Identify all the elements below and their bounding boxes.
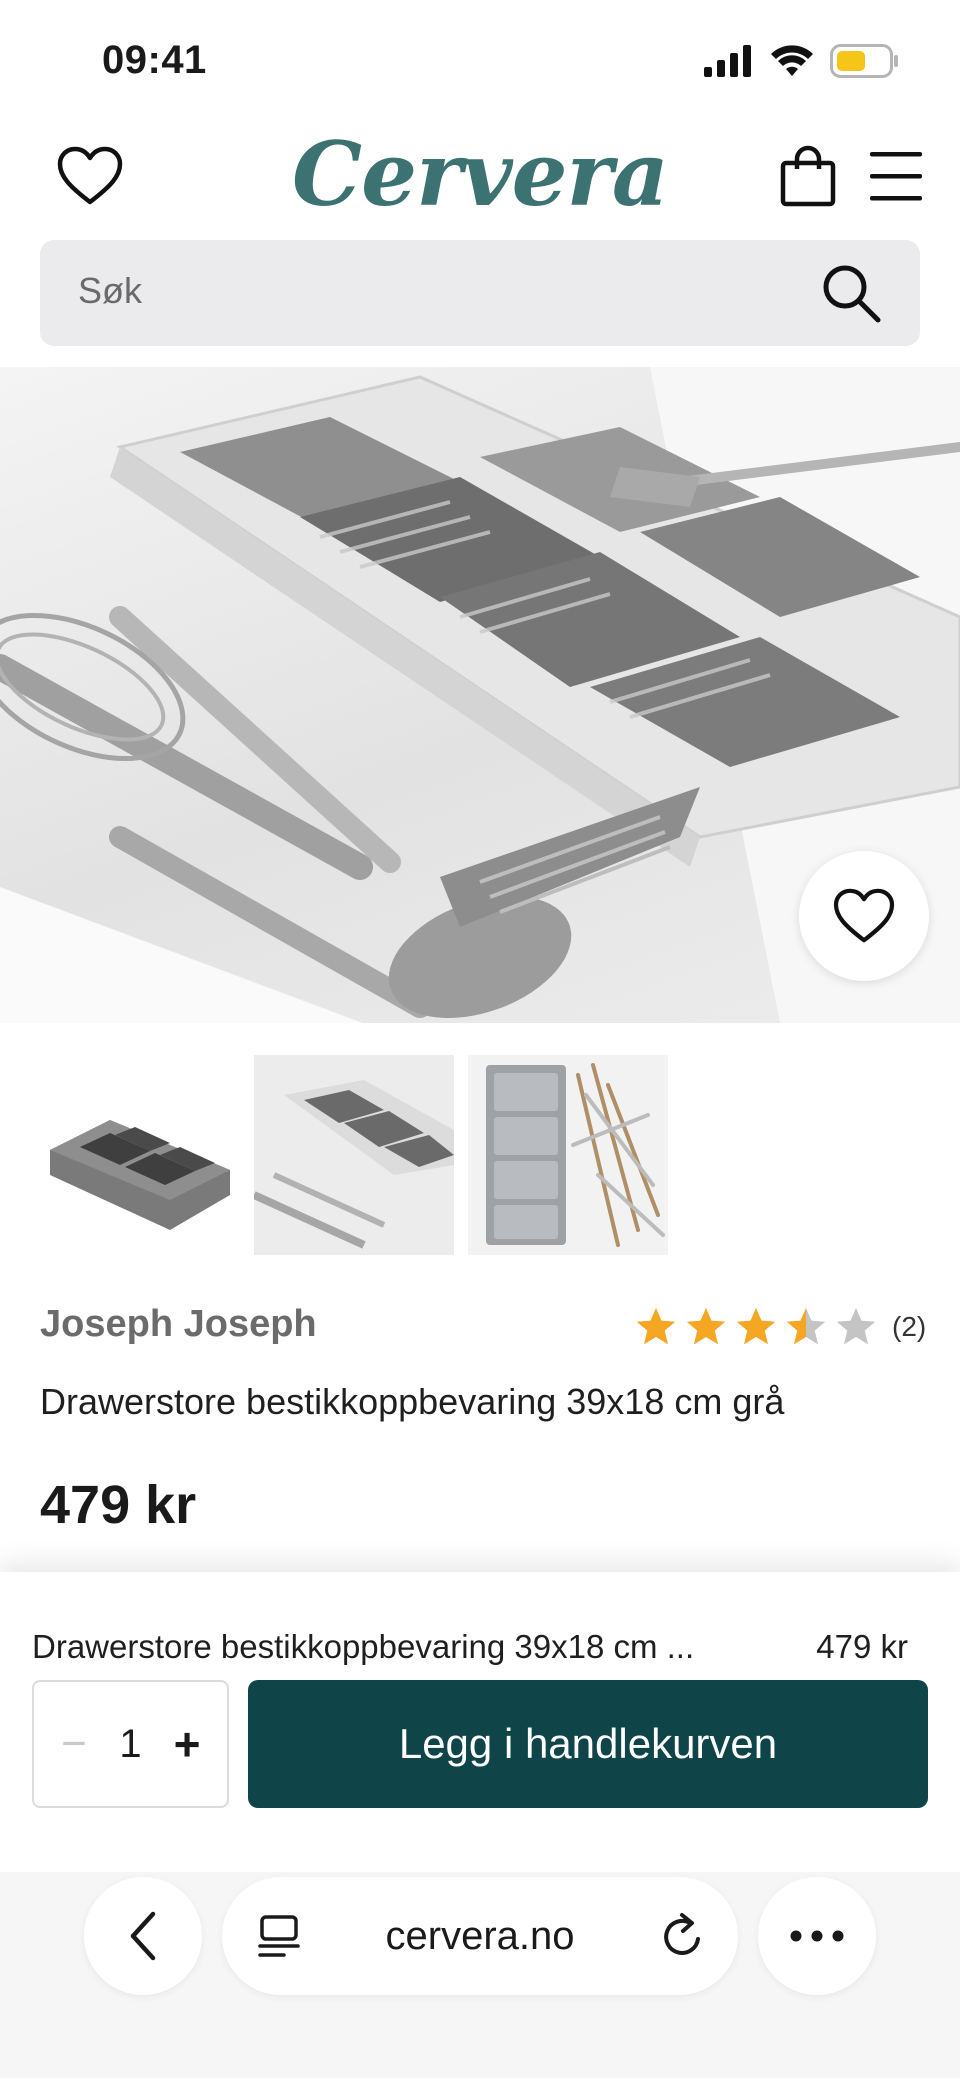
- heart-icon: [833, 888, 895, 943]
- menu-button[interactable]: [860, 140, 932, 212]
- quantity-increase-button[interactable]: +: [167, 1717, 207, 1771]
- buy-bar-price: 479 kr: [816, 1628, 908, 1665]
- star-icon: [736, 1307, 776, 1345]
- more-button[interactable]: [758, 1877, 876, 1995]
- more-icon: [790, 1930, 844, 1942]
- sticky-buy-bar: Drawerstore bestikkoppbevaring 39x18 cm …: [0, 1572, 960, 1872]
- header: Cervera: [0, 120, 960, 232]
- address-bar[interactable]: cervera.no: [222, 1877, 738, 1995]
- search-input[interactable]: Søk: [40, 240, 920, 346]
- browser-toolbar: cervera.no: [0, 1872, 960, 2078]
- status-time: 09:41: [102, 38, 207, 82]
- thumbnail-image: [50, 1120, 230, 1230]
- search-placeholder: Søk: [78, 270, 143, 311]
- battery-icon: [830, 44, 898, 78]
- star-icon: [686, 1307, 726, 1345]
- thumbnail-1[interactable]: [40, 1055, 240, 1255]
- thumbnail-strip: [40, 1055, 668, 1255]
- product-rating[interactable]: (2): [634, 1306, 926, 1348]
- buy-bar-product-name: Drawerstore bestikkoppbevaring 39x18 cm …: [32, 1628, 695, 1665]
- add-to-wishlist-button[interactable]: [799, 851, 929, 981]
- signal-icon: [704, 45, 751, 77]
- menu-icon: [870, 152, 922, 201]
- url-text[interactable]: cervera.no: [386, 1914, 575, 1959]
- wifi-icon: [771, 45, 813, 76]
- quantity-stepper: − 1 +: [32, 1680, 229, 1808]
- bag-icon: [780, 145, 836, 207]
- cart-button[interactable]: [772, 140, 844, 212]
- reload-icon[interactable]: [660, 1911, 706, 1961]
- thumbnail-3[interactable]: [468, 1055, 668, 1255]
- tabs-icon[interactable]: [258, 1915, 300, 1959]
- status-icons: [704, 44, 900, 78]
- thumbnail-2[interactable]: [254, 1055, 454, 1255]
- thumbnail-image: [468, 1055, 668, 1255]
- quantity-value[interactable]: 1: [119, 1722, 141, 1767]
- product-brand[interactable]: Joseph Joseph: [40, 1303, 317, 1346]
- product-price: 479 kr: [40, 1475, 197, 1535]
- star-empty-icon: [836, 1307, 876, 1345]
- review-count[interactable]: (2): [892, 1311, 926, 1343]
- thumbnail-image: [254, 1055, 454, 1255]
- add-to-cart-button[interactable]: Legg i handlekurven: [248, 1680, 928, 1808]
- status-bar: 09:41: [0, 0, 960, 120]
- back-button[interactable]: [84, 1877, 202, 1995]
- back-icon: [130, 1911, 156, 1961]
- quantity-decrease-button[interactable]: −: [54, 1719, 94, 1769]
- star-icon: [636, 1307, 676, 1345]
- star-half-icon: [786, 1307, 826, 1345]
- product-title: Drawerstore bestikkoppbevaring 39x18 cm …: [40, 1381, 785, 1422]
- search-icon[interactable]: [820, 262, 882, 324]
